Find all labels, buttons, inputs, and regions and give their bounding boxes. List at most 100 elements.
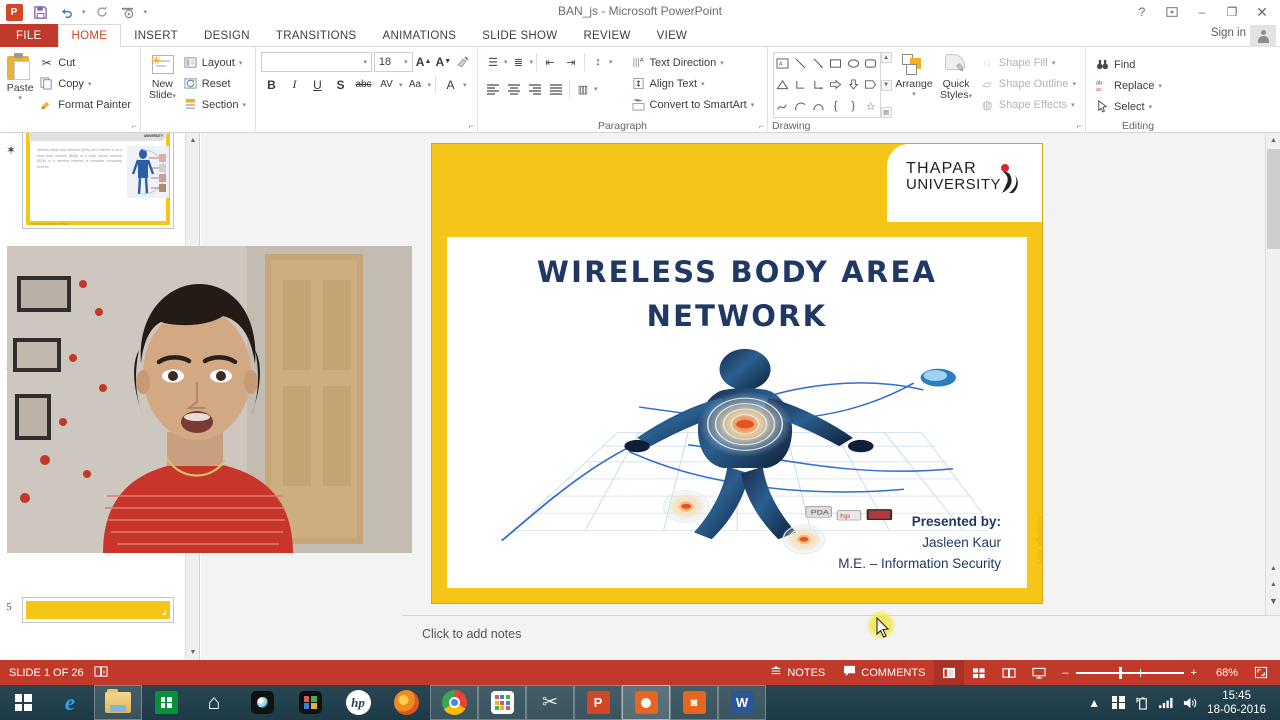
slide-scrollbar[interactable]: ▲ ▲ ▲ ▼: [1265, 133, 1280, 615]
shape-pentagon[interactable]: [862, 74, 880, 95]
align-text-button[interactable]: Align Text ▾: [627, 73, 759, 94]
previous-slide-icon[interactable]: ▲: [1266, 577, 1280, 592]
reset-button[interactable]: Reset: [179, 73, 250, 94]
format-painter-button[interactable]: Format Painter: [35, 94, 135, 115]
clock[interactable]: 15:45 18-06-2016: [1203, 689, 1274, 717]
home-icon[interactable]: ⌂: [190, 685, 238, 720]
section-button[interactable]: Section ▾: [179, 94, 250, 115]
decrease-font-size-button[interactable]: A ▼: [434, 51, 452, 72]
columns-icon[interactable]: ▥: [573, 79, 593, 99]
change-case-button[interactable]: Aa: [405, 74, 426, 95]
scroll-up-icon[interactable]: ▲: [1266, 133, 1280, 148]
shape-down-arrow[interactable]: [844, 74, 862, 95]
shapes-scroll-up-icon[interactable]: ▲: [880, 52, 892, 63]
italic-button[interactable]: I: [284, 74, 305, 95]
tab-review[interactable]: REVIEW: [570, 24, 643, 47]
hp-support-icon[interactable]: hp: [334, 685, 382, 720]
tab-view[interactable]: VIEW: [644, 24, 701, 47]
zoom-control[interactable]: – + 68%: [1054, 666, 1246, 679]
shape-line[interactable]: [792, 53, 810, 74]
show-hidden-icons-button[interactable]: ▲: [1083, 685, 1105, 720]
thumbnail-scroll-up-icon[interactable]: ▲: [186, 133, 199, 148]
change-case-caret[interactable]: ▾: [428, 81, 432, 89]
shape-left-brace[interactable]: {: [827, 96, 845, 117]
webcam-overlay[interactable]: [7, 246, 412, 553]
decrease-indent-icon[interactable]: ⇤: [540, 52, 560, 72]
align-left-icon[interactable]: [483, 79, 503, 99]
zoom-in-button[interactable]: +: [1191, 667, 1197, 679]
zoom-level-label[interactable]: 68%: [1204, 667, 1238, 679]
slide-show-icon[interactable]: [1024, 660, 1054, 685]
presented-by-block[interactable]: Presented by: Jasleen Kaur M.E. – Inform…: [838, 511, 1001, 574]
cut-button[interactable]: ✂ Cut: [35, 52, 135, 73]
layout-button[interactable]: Layout ▾: [179, 52, 250, 73]
slide-sorter-icon[interactable]: [964, 660, 994, 685]
justify-icon[interactable]: [546, 79, 566, 99]
font-size-input[interactable]: 18 ▾: [373, 51, 413, 72]
shape-outline-button[interactable]: ▱ Shape Outline ▾: [976, 73, 1080, 94]
thumbnail-slide-3[interactable]: THAPARUNIVERSITY Wireless Body Area Netw…: [22, 133, 174, 229]
font-color-button[interactable]: A: [440, 74, 461, 95]
tab-file[interactable]: FILE: [0, 24, 58, 47]
text-shadow-button[interactable]: S: [330, 74, 351, 95]
clipboard-dialog-launcher[interactable]: ⌐: [132, 121, 137, 131]
battery-icon[interactable]: [1131, 685, 1153, 720]
snipping-tool-icon[interactable]: ✂: [526, 685, 574, 720]
tab-transitions[interactable]: TRANSITIONS: [263, 24, 370, 47]
help-button[interactable]: ?: [1128, 1, 1156, 23]
section-dropdown-caret[interactable]: ▾: [242, 101, 246, 109]
thumbnail-scroll-down-icon[interactable]: ▼: [186, 645, 199, 660]
shape-fill-button[interactable]: ◌ Shape Fill ▾: [976, 52, 1080, 73]
font-name-caret[interactable]: ▾: [363, 58, 367, 66]
windows-store-icon[interactable]: [142, 685, 190, 720]
shape-star[interactable]: ☆: [862, 96, 880, 117]
word-icon[interactable]: W: [718, 685, 766, 720]
scroll-thumb[interactable]: [1267, 149, 1280, 249]
shapes-gallery-scroll[interactable]: ▲ ▼ ▤: [880, 52, 892, 118]
paste-dropdown-caret[interactable]: ▾: [18, 94, 22, 102]
bullets-icon[interactable]: ☰: [483, 52, 503, 72]
next-slide-icon[interactable]: ▼: [1266, 593, 1280, 608]
notes-pane[interactable]: Click to add notes: [402, 615, 1280, 660]
scroll-down-icon[interactable]: ▲: [1266, 561, 1280, 576]
font-dialog-launcher[interactable]: ⌐: [469, 121, 474, 131]
increase-indent-icon[interactable]: ⇥: [561, 52, 581, 72]
line-spacing-icon[interactable]: ↕: [588, 52, 608, 72]
list-item[interactable]: ✶ THAPARUNIVERSITY Wireless Body Area Ne…: [0, 133, 186, 236]
shape-arc[interactable]: [792, 96, 810, 117]
strikethrough-button[interactable]: abc: [353, 74, 374, 95]
comments-toggle-button[interactable]: COMMENTS: [834, 660, 934, 685]
zoom-slider[interactable]: [1075, 666, 1184, 679]
action-center-icon[interactable]: [1107, 685, 1129, 720]
zoom-out-button[interactable]: –: [1062, 667, 1068, 679]
shapes-scroll-down-icon[interactable]: ▼: [880, 79, 892, 91]
shape-elbow-arrow-connector[interactable]: [809, 74, 827, 95]
layout-dropdown-caret[interactable]: ▾: [239, 59, 243, 67]
tab-design[interactable]: DESIGN: [191, 24, 263, 47]
ribbon-display-options-icon[interactable]: [1158, 1, 1186, 23]
copy-dropdown-caret[interactable]: ▾: [88, 80, 92, 88]
windows-start-icon[interactable]: [0, 685, 46, 720]
increase-font-size-button[interactable]: A ▲: [415, 51, 433, 72]
reading-view-icon[interactable]: [994, 660, 1024, 685]
avatar[interactable]: [1250, 25, 1276, 47]
close-button[interactable]: ✕: [1248, 1, 1276, 23]
paragraph-dialog-launcher[interactable]: ⌐: [759, 121, 764, 131]
network-signal-icon[interactable]: [1155, 685, 1177, 720]
notes-toggle-button[interactable]: NOTES: [761, 660, 834, 685]
app-launcher-icon[interactable]: [286, 685, 334, 720]
sign-in-link[interactable]: Sign in: [1211, 27, 1246, 39]
shape-arrow[interactable]: [809, 53, 827, 74]
bold-button[interactable]: B: [261, 74, 282, 95]
align-center-icon[interactable]: [504, 79, 524, 99]
shape-oval[interactable]: [844, 53, 862, 74]
convert-to-smartart-button[interactable]: Convert to SmartArt ▾: [627, 94, 759, 115]
replace-button[interactable]: ab ac Replace ▾: [1091, 75, 1166, 96]
spell-check-icon[interactable]: x: [94, 665, 108, 681]
restore-button[interactable]: ❐: [1218, 1, 1246, 23]
numbering-icon[interactable]: ≣: [509, 52, 529, 72]
slide-title[interactable]: WIRELESS BODY AREA NETWORK: [487, 250, 987, 338]
google-chrome-icon[interactable]: [430, 685, 478, 720]
shape-curve[interactable]: [809, 96, 827, 117]
character-spacing-caret[interactable]: ▾: [399, 81, 403, 89]
